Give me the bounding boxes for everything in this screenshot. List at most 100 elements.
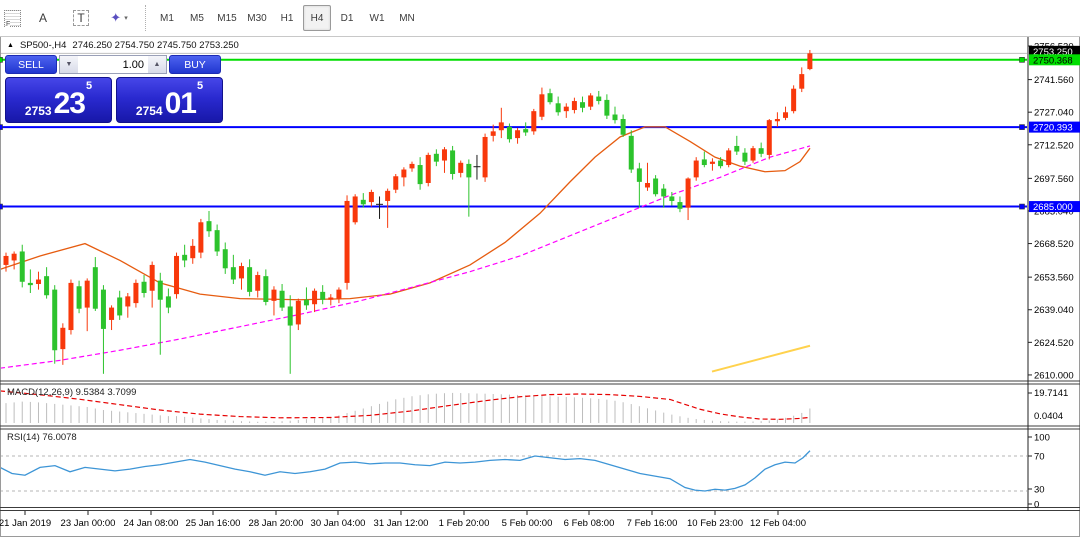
candle-body xyxy=(588,95,593,106)
candle-body xyxy=(751,148,756,160)
candle-body xyxy=(296,301,301,325)
candle-body xyxy=(799,74,804,89)
candle-body xyxy=(93,267,98,309)
toolbar-separator xyxy=(145,5,147,31)
candle-body xyxy=(68,283,73,330)
candle-body xyxy=(531,111,536,131)
candle-body xyxy=(328,297,333,299)
objects-tool-button[interactable]: ✦ ▾ xyxy=(103,4,135,32)
candle-body xyxy=(385,191,390,201)
candle-body xyxy=(442,149,447,160)
price-label: 2697.560 xyxy=(1034,174,1074,185)
candle-body xyxy=(629,136,634,170)
candle-body xyxy=(694,161,699,178)
candle-body xyxy=(677,202,682,209)
timeframe-h1[interactable]: H1 xyxy=(273,5,301,31)
sell-quote-panel[interactable]: 2753 23 5 xyxy=(5,77,112,123)
timeframe-m15[interactable]: M15 xyxy=(213,5,241,31)
candle-body xyxy=(515,130,520,138)
candle-body xyxy=(247,267,252,292)
candle-body xyxy=(450,150,455,174)
candle-body xyxy=(613,115,618,121)
timeframe-w1[interactable]: W1 xyxy=(363,5,391,31)
candle-body xyxy=(369,192,374,202)
candle-body xyxy=(401,170,406,178)
candle-body xyxy=(491,131,496,135)
candle-body xyxy=(556,103,561,112)
candle-body xyxy=(20,251,25,281)
ohlc-values: 2746.250 2754.750 2745.750 2753.250 xyxy=(72,40,238,51)
price-label: 2624.520 xyxy=(1034,338,1074,349)
candle-body xyxy=(807,53,812,69)
collapse-panel-icon[interactable]: ▲ xyxy=(7,40,14,51)
candle-body xyxy=(653,178,658,194)
macd-scale-min: 0.0404 xyxy=(1034,411,1063,422)
sell-price-sup: 5 xyxy=(86,80,92,92)
macd-scale-max: 19.7141 xyxy=(1034,388,1068,399)
candle-body xyxy=(231,267,236,279)
candle-body xyxy=(304,300,309,306)
candle-body xyxy=(596,97,601,101)
toolbar-grip-icon[interactable]: F xyxy=(4,10,21,27)
price-label: 2639.040 xyxy=(1034,305,1074,316)
volume-increase-button[interactable]: ▲ xyxy=(148,56,166,73)
candle-body xyxy=(726,150,731,165)
volume-stepper: ▼ 1.00 ▲ xyxy=(59,55,167,74)
candle-body xyxy=(483,137,488,177)
timeframe-mn[interactable]: MN xyxy=(393,5,421,31)
price-box-label: 2685.000 xyxy=(1033,202,1073,213)
timeframe-m1[interactable]: M1 xyxy=(153,5,181,31)
timeframe-m5[interactable]: M5 xyxy=(183,5,211,31)
time-label: 7 Feb 16:00 xyxy=(627,518,678,529)
timeframe-d1[interactable]: D1 xyxy=(333,5,361,31)
candle-body xyxy=(539,94,544,116)
price-label: 2668.520 xyxy=(1034,239,1074,250)
price-label: 2712.520 xyxy=(1034,140,1074,151)
candle-body xyxy=(44,276,49,295)
sell-button[interactable]: SELL xyxy=(5,55,57,74)
candle-body xyxy=(198,222,203,252)
candle-body xyxy=(548,93,553,102)
rsi-scale-label: 30 xyxy=(1034,485,1045,496)
candle-body xyxy=(215,230,220,251)
candle-body xyxy=(60,328,65,349)
rsi-scale-label: 70 xyxy=(1034,452,1045,463)
candle-body xyxy=(759,148,764,154)
candle-body xyxy=(263,276,268,302)
candle-body xyxy=(182,255,187,261)
time-label: 6 Feb 08:00 xyxy=(564,518,615,529)
volume-decrease-button[interactable]: ▼ xyxy=(60,56,78,73)
candle-body xyxy=(791,89,796,111)
candle-body xyxy=(336,290,341,299)
timeframe-m30[interactable]: M30 xyxy=(243,5,271,31)
timeframe-group: M1M5M15M30H1H4D1W1MN xyxy=(151,5,421,31)
buy-quote-panel[interactable]: 2754 01 5 xyxy=(116,77,223,123)
buy-button[interactable]: BUY xyxy=(169,55,221,74)
candle-body xyxy=(564,107,569,111)
candle-body xyxy=(109,308,114,320)
candle-body xyxy=(133,283,138,303)
candle-body xyxy=(580,102,585,108)
candle-body xyxy=(742,153,747,162)
candle-body xyxy=(767,120,772,155)
time-label: 1 Feb 20:00 xyxy=(439,518,490,529)
font-tool-button[interactable]: A xyxy=(27,4,59,32)
candle-body xyxy=(271,290,276,301)
timeframe-h4[interactable]: H4 xyxy=(303,5,331,31)
time-label: 5 Feb 00:00 xyxy=(502,518,553,529)
symbol-title: SP500-,H4 xyxy=(20,40,66,51)
candle-body xyxy=(661,189,666,197)
candle-body xyxy=(85,281,90,308)
candle-body xyxy=(150,265,155,291)
macd-label: MACD(12,26,9) 9.5384 3.7099 xyxy=(7,387,136,398)
chart-header: ▲ SP500-,H4 2746.250 2754.750 2745.750 2… xyxy=(7,40,239,51)
candle-body xyxy=(499,122,504,130)
volume-input[interactable]: 1.00 xyxy=(78,56,148,73)
candle-body xyxy=(4,256,9,265)
candle-body xyxy=(36,280,41,284)
candle-body xyxy=(637,168,642,181)
candle-body xyxy=(645,183,650,187)
text-label-tool-button[interactable]: T xyxy=(65,4,97,32)
time-label: 24 Jan 08:00 xyxy=(124,518,179,529)
candle-body xyxy=(507,127,512,139)
